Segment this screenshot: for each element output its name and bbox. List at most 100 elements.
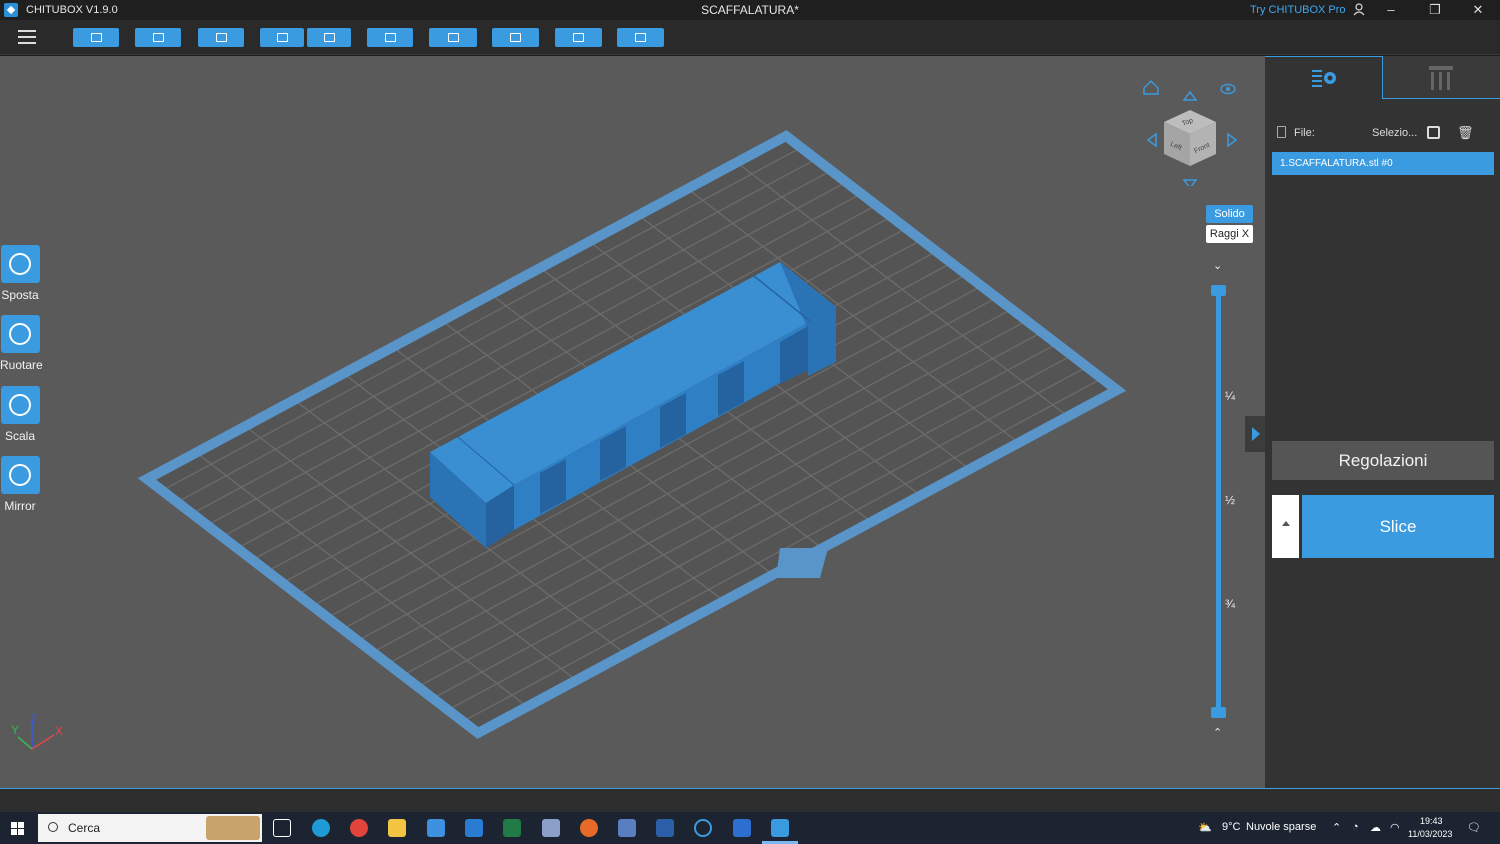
drill-icon <box>573 33 584 42</box>
right-panel: File: Selezio... 🗑 1.SCAFFALATURA.stl #0… <box>1265 56 1500 788</box>
supports-icon <box>1429 66 1453 90</box>
file-label: File: <box>1294 127 1315 139</box>
move-tool[interactable]: Sposta <box>0 245 40 302</box>
clock-date[interactable]: 11/03/2023 <box>1408 829 1452 839</box>
rotate-icon[interactable] <box>0 315 40 353</box>
save-button[interactable] <box>135 28 181 47</box>
scale-tool[interactable]: Scala <box>0 386 40 443</box>
tab-settings[interactable] <box>1265 56 1383 99</box>
axis-z-label: Z <box>30 712 38 726</box>
import-button[interactable] <box>198 28 244 47</box>
mirror-tool[interactable]: Mirror <box>0 456 40 513</box>
tray-chevron-icon[interactable]: ⌃ <box>1332 821 1341 834</box>
weather-text[interactable]: Nuvole sparse <box>1246 821 1316 833</box>
axis-y-label: Y <box>11 723 20 737</box>
trash-icon[interactable]: 🗑 <box>1457 125 1474 141</box>
open-file-button[interactable] <box>73 28 119 47</box>
clock-time[interactable]: 19:43 <box>1420 816 1443 826</box>
layer-slider-top-handle[interactable] <box>1211 285 1226 296</box>
try-pro-link[interactable]: Try CHITUBOX Pro <box>1250 4 1346 16</box>
folder-icon <box>90 33 102 42</box>
firefox-icon[interactable] <box>580 819 598 837</box>
notifications-icon[interactable]: 🗨 <box>1467 821 1481 834</box>
wifi-icon[interactable]: ◠ <box>1390 821 1400 834</box>
remote-icon[interactable] <box>618 819 636 837</box>
slider-q2: ½ <box>1225 493 1236 507</box>
task-view-icon[interactable] <box>273 819 291 837</box>
select-all-checkbox[interactable] <box>1427 126 1440 139</box>
excel-icon[interactable] <box>503 819 521 837</box>
windows-taskbar: Cerca ⛅ 9°C Nuvole sparse ⌃ ◔ ☁ ◠ 19:43 … <box>0 812 1500 844</box>
scale-icon[interactable] <box>0 386 40 424</box>
hamburger-menu-icon[interactable] <box>18 30 36 44</box>
search-icon <box>48 822 58 832</box>
chrome-icon[interactable] <box>350 819 368 837</box>
close-icon[interactable]: ✕ <box>1463 0 1493 20</box>
cura-icon[interactable] <box>694 819 712 837</box>
title-bar: CHITUBOX V1.9.0 SCAFFALATURA* Try CHITUB… <box>0 0 1500 20</box>
slider-q1: ¼ <box>1225 389 1236 403</box>
store-icon[interactable] <box>427 819 445 837</box>
layer-slider-bottom-handle[interactable] <box>1211 707 1226 718</box>
3d-viewport[interactable]: Sposta Ruotare Scala Mirror Top Left Fro… <box>0 56 1265 788</box>
file-explorer-icon[interactable] <box>388 819 406 837</box>
select-all-label: Selezio... <box>1372 127 1418 139</box>
restore-icon[interactable]: ❐ <box>1420 0 1450 20</box>
import-icon <box>215 33 227 42</box>
user-icon[interactable] <box>1344 0 1374 20</box>
copy-icon <box>384 33 396 42</box>
hollow-icon <box>510 33 521 42</box>
app-icon[interactable] <box>542 819 560 837</box>
plate-tab <box>776 548 828 578</box>
file-header: File: Selezio... 🗑 <box>1277 125 1497 142</box>
home-view-icon <box>1143 80 1159 95</box>
slider-up-icon[interactable]: ⌃ <box>1213 726 1222 739</box>
search-placeholder: Cerca <box>68 821 101 835</box>
weather-icon[interactable]: ⛅ <box>1198 821 1212 834</box>
adjust-button[interactable]: Regolazioni <box>1272 441 1494 480</box>
slice-button[interactable]: Slice <box>1302 495 1494 558</box>
scale-label: Scala <box>4 429 36 443</box>
drill-button[interactable] <box>555 28 602 47</box>
copy-button[interactable] <box>367 28 413 47</box>
mail-icon[interactable] <box>465 819 483 837</box>
move-label: Sposta <box>1 288 39 302</box>
mirror-icon[interactable] <box>0 456 40 494</box>
layout-button[interactable] <box>429 28 477 47</box>
file-list-item[interactable]: 1.SCAFFALATURA.stl #0 <box>1272 152 1494 175</box>
move-icon[interactable] <box>0 245 40 283</box>
slice-options-button[interactable] <box>1272 495 1299 558</box>
tab-supports[interactable] <box>1383 56 1500 99</box>
slider-down-icon[interactable]: ⌄ <box>1213 259 1222 272</box>
view-cube[interactable] <box>1140 76 1250 186</box>
cloud-icon[interactable]: ☁ <box>1370 821 1381 834</box>
settings-list-icon <box>1312 70 1336 87</box>
status-bar <box>0 788 1500 812</box>
layer-slider-track[interactable] <box>1216 290 1221 716</box>
main-toolbar <box>0 20 1500 55</box>
shield-icon[interactable] <box>733 819 751 837</box>
hollow-button[interactable] <box>492 28 539 47</box>
slider-q3: ¾ <box>1225 597 1236 611</box>
undo-icon <box>276 33 288 42</box>
rotate-tool[interactable]: Ruotare <box>0 315 43 372</box>
chitubox-taskbar-icon[interactable] <box>771 819 789 837</box>
solid-mode-button[interactable]: Solido <box>1206 205 1253 223</box>
undo-button[interactable] <box>260 28 304 47</box>
collapse-panel-button[interactable] <box>1245 416 1267 452</box>
rotate-label: Ruotare <box>0 358 43 372</box>
minimize-icon[interactable]: – <box>1376 0 1406 20</box>
print-settings-button[interactable] <box>617 28 664 47</box>
redo-button[interactable] <box>307 28 351 47</box>
file-icon <box>1277 126 1286 138</box>
windows-start-icon[interactable] <box>11 822 25 836</box>
word-icon[interactable] <box>656 819 674 837</box>
mirror-label: Mirror <box>4 499 36 513</box>
build-plate-scene[interactable] <box>0 56 1265 788</box>
caret-up-icon <box>1282 521 1290 526</box>
weather-temp[interactable]: 9°C <box>1222 821 1240 833</box>
network-icon[interactable]: ◔ <box>1352 821 1359 833</box>
search-highlight-image <box>206 816 260 840</box>
edge-icon[interactable] <box>312 819 330 837</box>
xray-mode-button[interactable]: Raggi X <box>1206 225 1253 243</box>
